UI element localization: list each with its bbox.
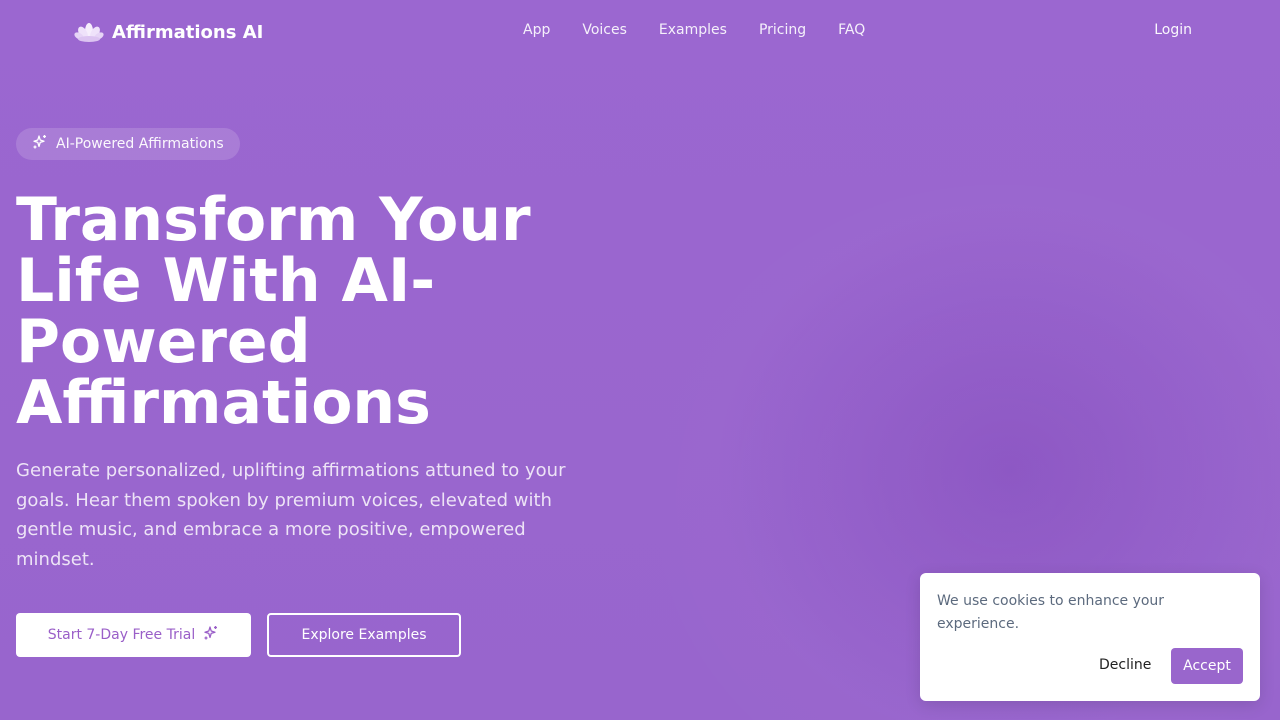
nav-link-voices[interactable]: Voices	[582, 22, 627, 38]
cookie-decline-button[interactable]: Decline	[1099, 657, 1151, 673]
brand-name: Affirmations AI	[112, 21, 264, 43]
nav-link-examples[interactable]: Examples	[659, 22, 727, 38]
explore-examples-label: Explore Examples	[301, 627, 427, 643]
nav-link-faq[interactable]: FAQ	[838, 22, 865, 38]
hero-subtitle: Generate personalized, uplifting affirma…	[16, 460, 566, 570]
hero-badge-label: AI-Powered Affirmations	[56, 136, 224, 152]
sparkles-icon	[32, 134, 48, 154]
cookie-accept-button[interactable]: Accept	[1171, 648, 1243, 684]
start-trial-button[interactable]: Start 7-Day Free Trial	[16, 613, 251, 657]
login-link[interactable]: Login	[1154, 22, 1192, 38]
lotus-icon	[72, 15, 106, 49]
top-nav: Affirmations AI App Voices Examples Pric…	[0, 0, 1280, 64]
cookie-banner: We use cookies to enhance your experienc…	[920, 573, 1260, 701]
hero-badge: AI-Powered Affirmations	[16, 128, 240, 160]
start-trial-label: Start 7-Day Free Trial	[47, 627, 196, 643]
cookie-text: We use cookies to enhance your experienc…	[937, 593, 1165, 632]
brand[interactable]: Affirmations AI	[72, 14, 263, 50]
nav-links: App Voices Examples Pricing FAQ	[523, 22, 865, 38]
hero-title: Transform Your Life With AI-Powered Affi…	[16, 185, 531, 438]
explore-examples-button[interactable]: Explore Examples	[267, 613, 461, 657]
nav-link-pricing[interactable]: Pricing	[759, 22, 806, 38]
sparkles-icon	[203, 625, 219, 645]
nav-link-app[interactable]: App	[523, 22, 550, 38]
